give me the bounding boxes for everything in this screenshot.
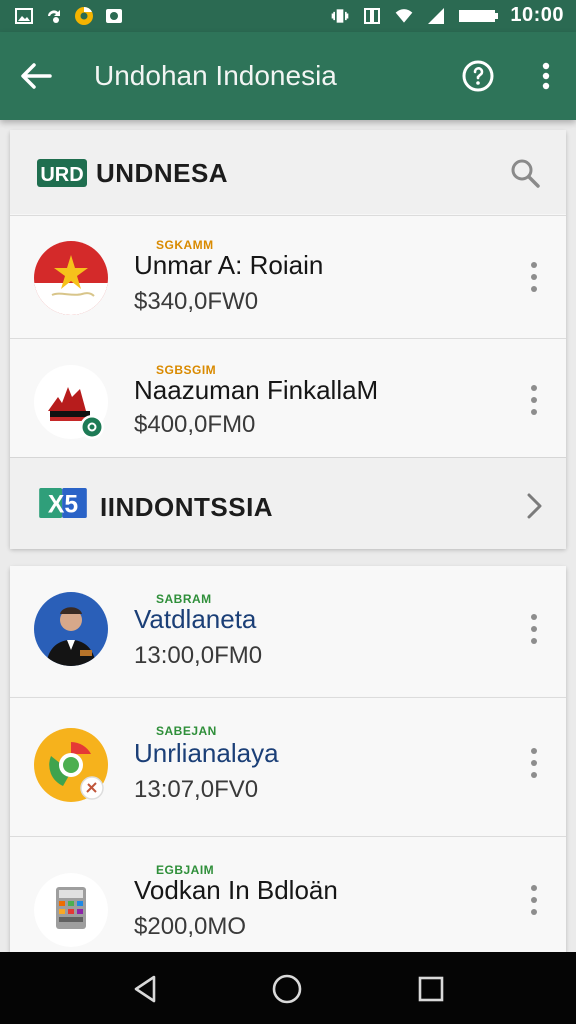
item-name: Unmar A: Roiain <box>134 250 324 280</box>
list-item[interactable]: EGBJAIM Vodkan In Bdloän $200,0MO <box>10 836 566 957</box>
svg-text:URD: URD <box>40 164 83 186</box>
item-price: $340,0FW0 <box>134 288 259 315</box>
search-icon[interactable] <box>508 156 542 190</box>
item-price: $200,0MO <box>134 913 247 940</box>
back-triangle-icon[interactable] <box>128 972 162 1006</box>
more-vert-icon[interactable] <box>532 58 560 94</box>
list-item[interactable]: SGKAMM Unmar A: Roiain $340,0FW0 <box>10 215 566 338</box>
status-time: 10:00 <box>510 4 564 26</box>
card-section-2: SABRAM Vatdlaneta 13:00,0FM0 SABEJAN Unr… <box>10 566 566 957</box>
chrome-avatar <box>34 728 108 802</box>
section-title: UNDNESA <box>96 158 229 188</box>
page-title: Undohan Indonesia <box>94 60 337 91</box>
item-tag: SABEJAN <box>156 724 217 738</box>
wifi-icon <box>396 8 413 23</box>
more-vert-icon[interactable] <box>524 383 544 417</box>
app-bar: Undohan Indonesia <box>0 32 576 120</box>
more-vert-icon[interactable] <box>524 883 544 917</box>
vibrate-icon <box>332 8 349 23</box>
item-price: 13:00,0FM0 <box>134 642 263 669</box>
camera-icon <box>106 9 122 23</box>
flag-avatar <box>34 241 108 315</box>
svg-text:X5: X5 <box>48 492 78 518</box>
x5-logo: X5 <box>39 488 87 518</box>
image-icon <box>15 8 33 24</box>
more-vert-icon[interactable] <box>524 746 544 780</box>
section-header-undnesa[interactable]: URD UNDNESA <box>10 130 566 214</box>
item-name: Vatdlaneta <box>134 604 257 634</box>
help-circle-icon[interactable] <box>460 58 496 94</box>
home-circle-icon[interactable] <box>270 972 304 1006</box>
list-item[interactable]: SABEJAN Unrlianalaya 13:07,0FV0 <box>10 697 566 836</box>
battery-icon <box>459 9 499 22</box>
urd-logo: URD <box>37 159 87 187</box>
card-section-1: URD UNDNESA SGKAMM Unmar A: Roiain $340,… <box>10 130 566 549</box>
more-vert-icon[interactable] <box>524 260 544 294</box>
calculator-avatar <box>34 873 108 947</box>
person-avatar <box>34 592 108 666</box>
list-item[interactable]: SABRAM Vatdlaneta 13:00,0FM0 <box>10 566 566 696</box>
arrow-left-icon[interactable] <box>18 60 54 92</box>
recents-square-icon[interactable] <box>414 972 448 1006</box>
chevron-right-icon[interactable] <box>524 492 544 520</box>
item-name: Unrlianalaya <box>134 738 279 768</box>
nfc-icon <box>364 7 381 24</box>
section-header-indonesia[interactable]: X5 IINDONTSSIA <box>10 457 566 549</box>
system-nav-bar <box>0 952 576 1024</box>
status-bar: 10:00 <box>0 0 576 32</box>
more-vert-icon[interactable] <box>524 612 544 646</box>
item-name: Vodkan In Bdloän <box>134 875 338 905</box>
building-avatar <box>34 365 108 439</box>
sync-icon <box>48 10 60 23</box>
list-item[interactable]: SGBSGIM Naazuman FinkallaM $400,0FM0 <box>10 338 566 457</box>
item-price: $400,0FM0 <box>134 411 256 438</box>
chrome-icon <box>75 7 93 25</box>
signal-icon <box>428 7 445 24</box>
item-price: 13:07,0FV0 <box>134 776 259 803</box>
item-name: Naazuman FinkallaM <box>134 375 379 405</box>
section-title: IINDONTSSIA <box>100 492 274 522</box>
